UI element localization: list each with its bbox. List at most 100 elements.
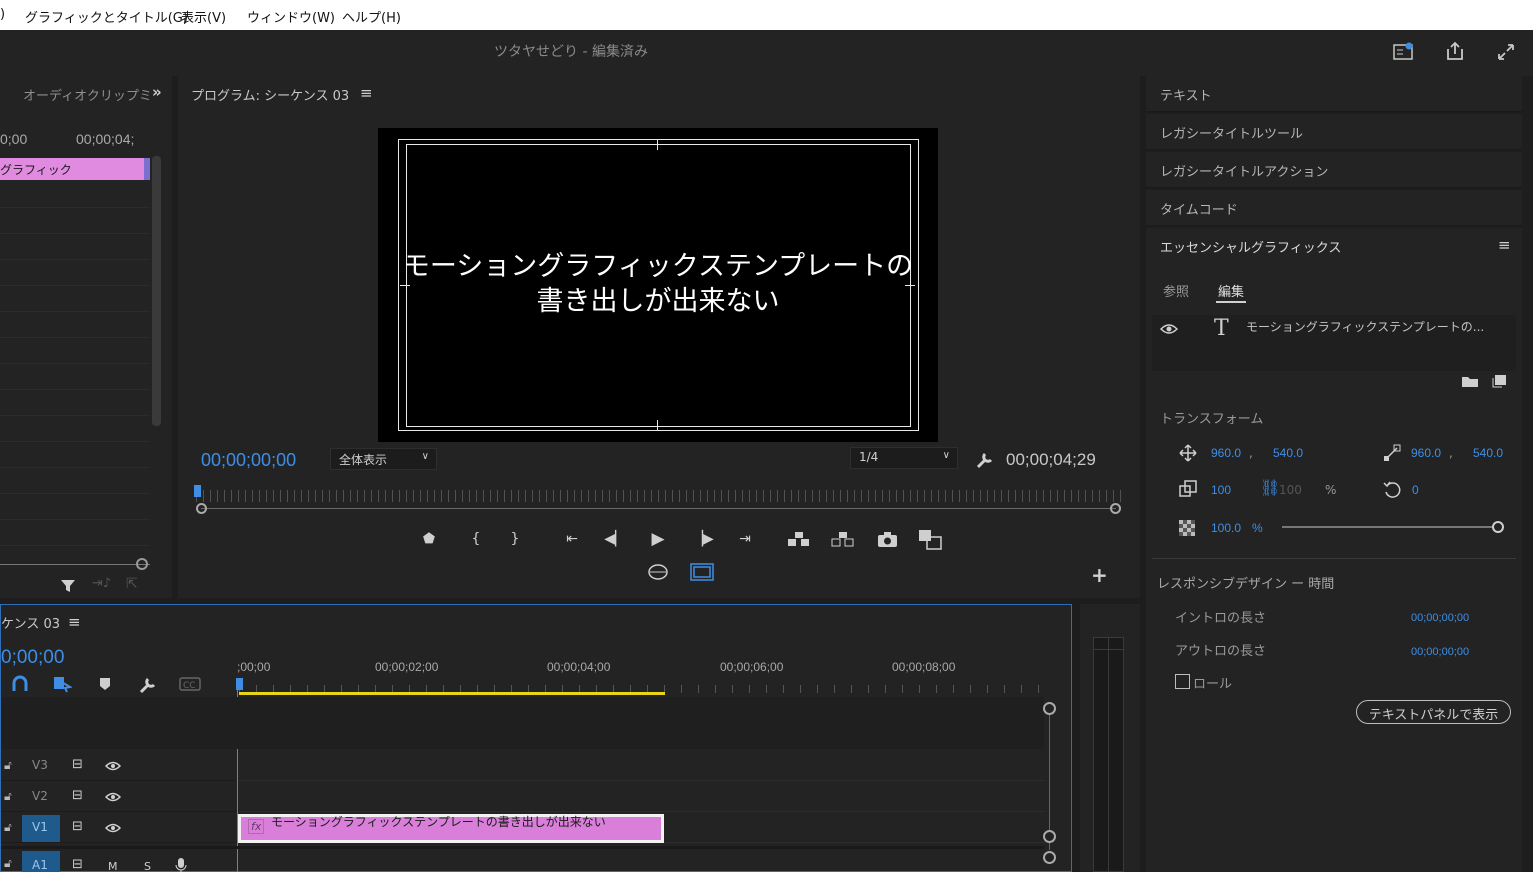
show-in-text-panel-button[interactable]: テキストパネルで表示 (1356, 700, 1511, 724)
vr-video-icon[interactable] (647, 562, 669, 582)
filter-icon[interactable] (60, 578, 76, 594)
wrench-icon[interactable] (975, 450, 995, 470)
microphone-icon[interactable] (175, 857, 187, 872)
snap-icon[interactable] (11, 675, 29, 693)
tab-browse[interactable]: 参照 (1163, 281, 1189, 300)
audio-clip-panel-title[interactable]: オーディオクリップミ (23, 85, 152, 104)
panel-row-text[interactable]: テキスト (1146, 76, 1522, 112)
lock-icon[interactable]: 🔓︎ (4, 856, 12, 871)
program-monitor-title[interactable]: プログラム: シーケンス 03 (191, 85, 349, 104)
panel-row-legacy-title-actions[interactable]: レガシータイトルアクション (1146, 152, 1522, 188)
program-time-ruler[interactable] (196, 490, 1122, 502)
panel-row-legacy-title-tools[interactable]: レガシータイトルツール (1146, 114, 1522, 150)
lock-icon[interactable]: 🔓︎ (4, 789, 12, 804)
mark-in-icon[interactable]: { (464, 531, 488, 547)
resolution-dropdown[interactable]: 1/4 ∨ (850, 447, 958, 469)
anchor-x-value[interactable]: 960.0 (1411, 446, 1441, 460)
track-name[interactable]: V3 (32, 758, 48, 772)
outro-length-value[interactable]: 00;00;00;00 (1411, 646, 1469, 658)
tab-edit[interactable]: 編集 (1218, 281, 1244, 300)
timeline-sequence-title[interactable]: ケンス 03 (1, 613, 60, 632)
track-v2[interactable] (239, 782, 1045, 812)
audio-graphic-clip[interactable]: グラフィック (0, 158, 150, 180)
overwrite-icon[interactable]: ⇱ (126, 576, 138, 592)
anchor-y-value[interactable]: 540.0 (1473, 446, 1503, 460)
go-to-in-icon[interactable]: ⇤ (560, 531, 584, 547)
panel-menu-icon[interactable]: ≡ (68, 613, 81, 631)
eye-icon[interactable] (105, 823, 121, 833)
extract-icon[interactable] (831, 531, 855, 549)
rotation-value[interactable]: 0 (1412, 483, 1419, 497)
video-title-line1[interactable]: モーショングラフィックステンプレートの (378, 250, 938, 284)
menu-item-partial[interactable]: ) (0, 7, 5, 22)
vertical-zoom-handle-top[interactable] (1043, 702, 1056, 715)
position-x-value[interactable]: 960.0 (1211, 446, 1241, 460)
add-marker-icon[interactable]: ⬟ (417, 531, 441, 547)
menu-item-view[interactable]: 表示(V) (181, 7, 226, 26)
source-patch-a1[interactable]: A1 (22, 851, 60, 872)
sync-lock-icon[interactable]: ⊟ (72, 788, 83, 803)
comparison-view-icon[interactable] (918, 529, 944, 551)
mute-button[interactable]: M (108, 860, 118, 872)
timeline-current-timecode[interactable]: 0;00;00 (1, 647, 64, 669)
link-icon[interactable]: ⛓ (1260, 478, 1280, 497)
zoom-handle[interactable] (136, 558, 148, 570)
work-area-bar[interactable] (239, 692, 665, 695)
source-patch-v1[interactable]: V1 (22, 815, 60, 842)
go-to-out-icon[interactable]: ⇥ (733, 531, 757, 547)
scale-value[interactable]: 100 (1211, 483, 1231, 497)
share-icon[interactable] (1444, 40, 1466, 62)
quick-export-icon[interactable] (1393, 42, 1415, 62)
add-button-icon[interactable]: + (1091, 563, 1108, 587)
position-y-value[interactable]: 540.0 (1273, 446, 1303, 460)
step-forward-icon[interactable]: ▕▶ (691, 531, 715, 547)
essential-graphics-title[interactable]: エッセンシャルグラフィックス (1160, 237, 1341, 256)
eye-icon[interactable] (105, 792, 121, 802)
zoom-handle-left[interactable] (196, 503, 207, 514)
roll-checkbox[interactable] (1175, 674, 1190, 689)
opacity-slider-handle[interactable] (1492, 521, 1504, 533)
layer-name[interactable]: モーショングラフィックステンプレートの... (1246, 318, 1484, 335)
sync-lock-icon[interactable]: ⊟ (72, 757, 83, 772)
panel-menu-icon[interactable]: ≡ (1498, 236, 1511, 254)
new-layer-icon[interactable] (1492, 374, 1508, 388)
insert-icon[interactable]: ⇥♪ (92, 576, 111, 591)
solo-button[interactable]: S (144, 860, 151, 872)
timeline-clip-mogrt[interactable]: fx モーショングラフィックステンプレートの書き出しが出来ない (238, 814, 664, 843)
mark-out-icon[interactable]: } (503, 531, 527, 547)
vertical-zoom-track[interactable] (1049, 710, 1050, 850)
vertical-zoom-handle-bottom[interactable] (1043, 830, 1056, 843)
timeline-settings-icon[interactable] (138, 675, 158, 695)
step-back-icon[interactable]: ◀▏ (603, 531, 627, 547)
opacity-value[interactable]: 100.0 (1211, 521, 1241, 535)
video-title-line2[interactable]: 書き出しが出来ない (378, 285, 938, 319)
new-group-icon[interactable] (1461, 374, 1479, 388)
program-zoom-bar[interactable] (201, 508, 1116, 509)
menu-item-window[interactable]: ウィンドウ(W) (247, 7, 335, 26)
eye-icon[interactable] (105, 761, 121, 771)
lock-icon[interactable]: 🔓︎ (4, 820, 12, 835)
sync-lock-icon[interactable]: ⊟ (72, 819, 83, 834)
track-v3[interactable] (239, 751, 1045, 781)
sync-lock-icon[interactable]: ⊟ (72, 857, 83, 872)
zoom-handle-right[interactable] (1110, 503, 1121, 514)
lock-icon[interactable]: 🔓︎ (4, 758, 12, 773)
play-icon[interactable]: ▶ (646, 529, 670, 549)
menu-item-help[interactable]: ヘルプ(H) (342, 7, 401, 26)
program-current-timecode[interactable]: 00;00;00;00 (201, 450, 296, 471)
export-frame-icon[interactable] (877, 531, 899, 549)
add-marker-icon[interactable] (98, 677, 112, 691)
panel-row-timecode[interactable]: タイムコード (1146, 190, 1522, 226)
panel-menu-icon[interactable]: ≡ (360, 84, 373, 102)
lift-icon[interactable] (787, 531, 811, 549)
track-a1[interactable] (239, 849, 1045, 872)
timeline-playhead-head[interactable] (236, 678, 243, 690)
vertical-scrollbar[interactable] (152, 156, 161, 426)
fit-dropdown[interactable]: 全体表示 ∨ (330, 448, 437, 470)
captions-icon[interactable]: CC (179, 677, 201, 691)
eye-icon[interactable] (1160, 323, 1178, 335)
panel-overflow-icon[interactable]: » (152, 83, 162, 101)
fullscreen-icon[interactable] (1496, 42, 1518, 62)
intro-length-value[interactable]: 00;00;00;00 (1411, 612, 1469, 624)
linked-selection-icon[interactable] (52, 675, 72, 693)
